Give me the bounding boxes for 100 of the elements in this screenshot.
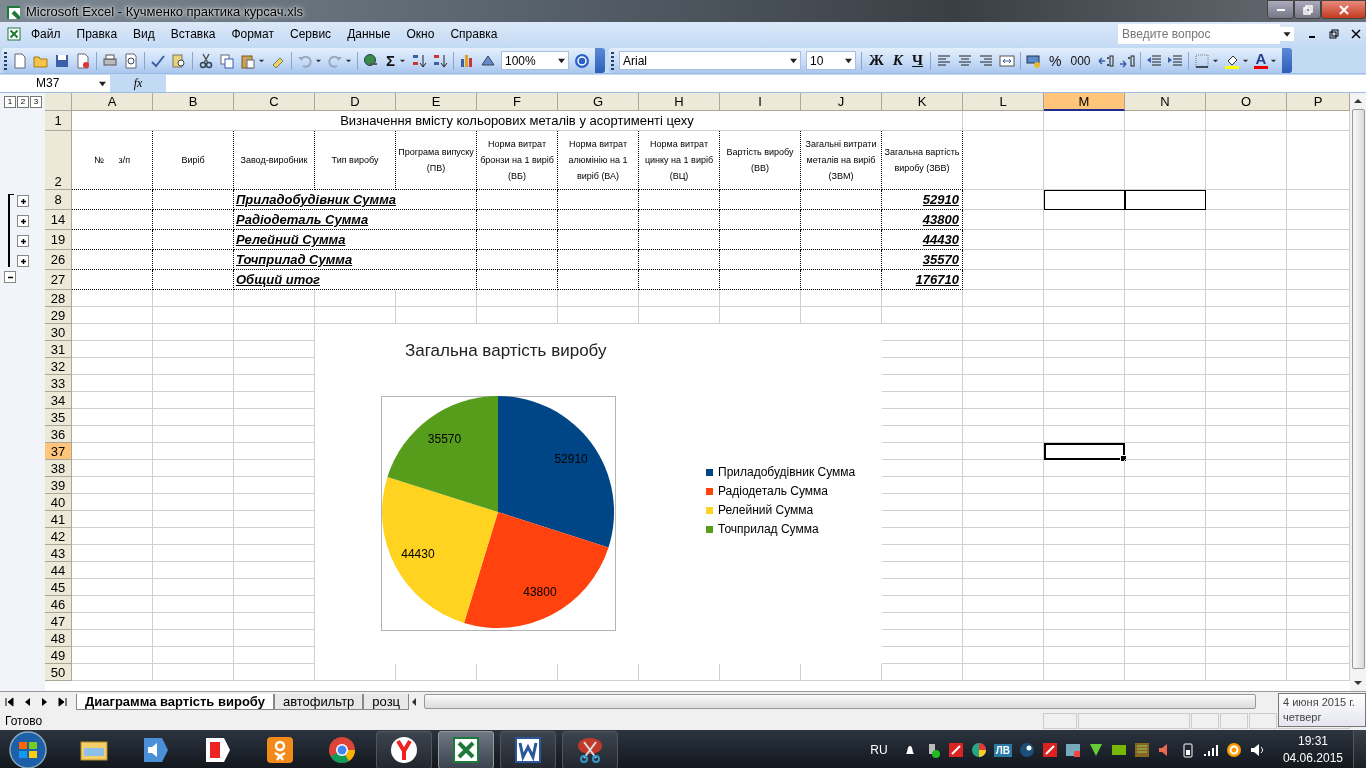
volume-icon[interactable] <box>1248 742 1265 758</box>
row-header[interactable]: 2 <box>45 131 72 190</box>
currency-icon[interactable] <box>1026 52 1043 69</box>
column-header[interactable]: K <box>882 93 963 111</box>
last-sheet-icon[interactable] <box>58 696 68 707</box>
new-document-icon[interactable] <box>12 52 28 69</box>
table-cell[interactable] <box>558 270 639 290</box>
table-cell[interactable] <box>720 250 801 270</box>
table-cell[interactable] <box>153 250 234 270</box>
row-header[interactable]: 36 <box>45 426 72 443</box>
caret-icon[interactable] <box>399 57 406 64</box>
collapse-group-button[interactable] <box>4 271 16 283</box>
outline-level-button[interactable]: 2 <box>17 96 29 108</box>
print-preview-icon[interactable] <box>123 52 139 69</box>
row-header[interactable]: 48 <box>45 630 72 647</box>
table-cell[interactable] <box>720 270 801 290</box>
table-cell[interactable] <box>153 190 234 210</box>
sheet-tab[interactable]: Диаграмма вартість виробу <box>76 693 274 710</box>
font-color-button[interactable]: A <box>1253 52 1269 69</box>
table-cell[interactable] <box>639 270 720 290</box>
arrow-square-icon[interactable] <box>1041 742 1058 758</box>
tray-badge[interactable]: ЛВ <box>993 743 1012 757</box>
row-header[interactable]: 44 <box>45 562 72 579</box>
menu-item[interactable]: Вид <box>126 25 162 43</box>
row-header[interactable]: 33 <box>45 375 72 392</box>
row-header[interactable]: 38 <box>45 460 72 477</box>
caret-icon[interactable] <box>1270 57 1278 64</box>
menu-item[interactable]: Справка <box>443 25 505 43</box>
pie-chart[interactable]: Загальна вартість виробу 52910 43800 44430 35570 Приладобудівник Сумма Радіодеталь Сумма Релейний Сумма Точприлад Сумма <box>315 324 882 664</box>
column-header[interactable]: J <box>801 93 882 111</box>
clock[interactable]: 19:31 04.06.2015 <box>1282 733 1343 767</box>
caret-icon[interactable] <box>1280 24 1294 44</box>
row-header[interactable]: 37 <box>45 443 72 460</box>
menu-item[interactable]: Формат <box>224 25 282 43</box>
table-cell[interactable] <box>720 230 801 250</box>
column-header[interactable]: F <box>477 93 558 111</box>
table-cell[interactable] <box>639 230 720 250</box>
row-header[interactable]: 49 <box>45 647 72 664</box>
close-icon[interactable] <box>1351 29 1361 39</box>
network-drive-icon[interactable] <box>1064 742 1081 758</box>
menu-item[interactable]: Сервис <box>283 25 339 43</box>
table-cell[interactable] <box>477 270 558 290</box>
font-size-dropdown[interactable]: 10 <box>806 51 856 70</box>
table-cell[interactable] <box>801 210 882 230</box>
column-header[interactable]: O <box>1206 93 1287 111</box>
minimize-button[interactable] <box>1267 0 1294 19</box>
scroll-up-icon[interactable] <box>1354 97 1362 105</box>
sort-descending-icon[interactable] <box>432 52 448 69</box>
decrease-indent-icon[interactable] <box>1145 52 1162 69</box>
expand-group-button[interactable] <box>17 255 29 267</box>
arrow-square-icon[interactable] <box>947 742 964 758</box>
menu-item[interactable]: Данные <box>340 25 398 43</box>
toolbar-options-button[interactable] <box>595 48 605 73</box>
outline-level-button[interactable]: 3 <box>30 96 42 108</box>
row-header[interactable]: 47 <box>45 613 72 630</box>
research-icon[interactable] <box>171 52 187 69</box>
table-cell[interactable] <box>477 190 558 210</box>
row-header[interactable]: 40 <box>45 494 72 511</box>
scroll-down-icon[interactable] <box>1354 679 1362 687</box>
row-header[interactable]: 8 <box>45 190 72 210</box>
table-cell[interactable] <box>558 230 639 250</box>
menu-item[interactable]: Правка <box>69 25 125 43</box>
row-header[interactable]: 41 <box>45 511 72 528</box>
row-header[interactable]: 30 <box>45 324 72 341</box>
font-dropdown[interactable]: Arial <box>619 51 801 70</box>
name-box[interactable]: M37 <box>0 74 110 92</box>
save-icon[interactable] <box>54 52 70 69</box>
thousands-button[interactable]: 000 <box>1068 53 1093 68</box>
close-button[interactable] <box>1321 0 1366 19</box>
row-header[interactable]: 31 <box>45 341 72 358</box>
row-header[interactable]: 34 <box>45 392 72 409</box>
column-header[interactable]: D <box>315 93 396 111</box>
copy-icon[interactable] <box>219 52 235 69</box>
language-indicator[interactable]: RU <box>870 743 888 757</box>
table-cell[interactable] <box>558 190 639 210</box>
column-header[interactable]: A <box>72 93 153 111</box>
help-icon[interactable] <box>574 52 590 69</box>
cut-icon[interactable] <box>198 52 214 69</box>
row-header[interactable]: 19 <box>45 230 72 250</box>
row-header[interactable]: 27 <box>45 270 72 290</box>
row-header[interactable]: 26 <box>45 250 72 270</box>
underline-button[interactable]: Ч <box>910 52 926 69</box>
caret-icon[interactable] <box>1241 57 1249 64</box>
table-cell[interactable] <box>72 190 153 210</box>
show-desktop-button[interactable] <box>1353 730 1366 768</box>
signal-bars-icon[interactable] <box>1202 742 1219 758</box>
table-cell[interactable] <box>153 210 234 230</box>
vertical-scrollbar[interactable] <box>1350 93 1366 691</box>
caret-icon[interactable] <box>315 57 322 64</box>
table-cell[interactable] <box>639 190 720 210</box>
percent-button[interactable]: % <box>1047 52 1064 69</box>
table-cell[interactable] <box>801 250 882 270</box>
outline-level-button[interactable]: 1 <box>4 96 16 108</box>
table-cell[interactable] <box>477 210 558 230</box>
active-cell[interactable] <box>1044 443 1125 460</box>
table-cell[interactable] <box>72 250 153 270</box>
row-header[interactable]: 32 <box>45 358 72 375</box>
expand-group-button[interactable] <box>17 195 29 207</box>
scroll-thumb[interactable] <box>1351 109 1365 669</box>
italic-button[interactable]: К <box>890 52 906 69</box>
